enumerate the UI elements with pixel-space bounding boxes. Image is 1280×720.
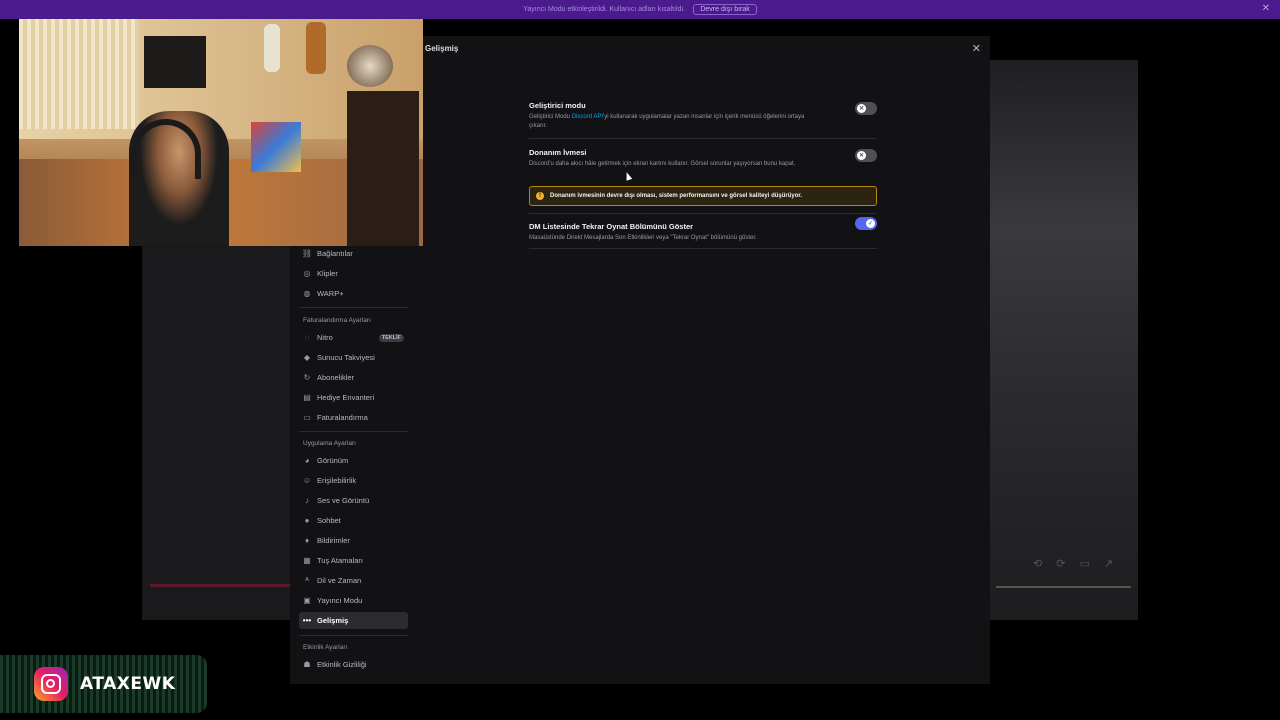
sidebar-divider — [299, 307, 408, 308]
background-timeline — [996, 586, 1131, 588]
dm-replay-setting: DM Listesinde Tekrar Oynat Bölümünü Göst… — [529, 217, 879, 243]
card-icon: ▭ — [303, 413, 311, 422]
activity-settings-header: Etkinlik Ayarları — [303, 644, 348, 651]
more-icon: ••• — [302, 616, 312, 625]
hw-accel-description: Discord'u daha akıcı hâle getirmek için … — [529, 161, 796, 167]
sidebar-item-gift-inventory[interactable]: ▤ Hediye Envanteri — [299, 389, 408, 406]
dev-mode-toggle[interactable]: ✕ — [855, 102, 877, 115]
globe-icon: ◍ — [303, 289, 311, 298]
hw-accel-warning: ! Donanım ivmesinin devre dışı olması, s… — [529, 186, 877, 206]
disable-streamer-mode-button[interactable]: Devre dışı bırak — [693, 4, 757, 15]
setting-divider — [529, 213, 877, 214]
instagram-handle: ATAXEWK — [80, 674, 176, 694]
nitro-icon: ◌ — [304, 333, 310, 342]
setting-divider — [529, 138, 877, 139]
warning-icon: ! — [536, 192, 544, 200]
sidebar-divider — [299, 431, 408, 432]
discord-api-link[interactable]: Discord API — [572, 114, 603, 120]
bell-icon: ♦ — [304, 536, 310, 545]
instagram-overlay: ATAXEWK — [0, 655, 207, 713]
setting-divider — [529, 248, 877, 249]
background-progress-bar — [150, 584, 290, 587]
dev-mode-setting: Geliştirici modu Geliştirici Modu Discor… — [529, 101, 879, 131]
mic-icon: ♪ — [305, 496, 309, 505]
sidebar-item-appearance[interactable]: ◕ Görünüm — [299, 452, 408, 469]
warning-text: Donanım ivmesinin devre dışı olması, sis… — [550, 193, 803, 199]
banner-text: Yayıncı Modu etkinleştirildi. Kullanıcı … — [523, 6, 686, 13]
keyboard-icon: ▦ — [303, 556, 311, 565]
app-settings-header: Uygulama Ayarları — [303, 440, 356, 447]
background-controls: ⟲ ⟳ ▭ ↗ — [1033, 558, 1114, 570]
dev-mode-title: Geliştirici modu — [529, 101, 586, 110]
chat-icon: ● — [304, 516, 310, 525]
sidebar-item-notifications[interactable]: ♦ Bildirimler — [299, 532, 408, 549]
sidebar-item-nitro[interactable]: ◌ Nitro TEKLİF — [299, 329, 408, 346]
page-title: Gelişmiş — [425, 44, 459, 53]
gift-icon: ▤ — [303, 393, 311, 402]
clip-icon: ◎ — [303, 269, 311, 278]
sidebar-item-server-boost[interactable]: ◆ Sunucu Takviyesi — [299, 349, 408, 366]
sidebar-item-chat[interactable]: ● Sohbet — [299, 512, 408, 529]
toggle-off-icon: ✕ — [857, 151, 866, 160]
dm-replay-title: DM Listesinde Tekrar Oynat Bölümünü Göst… — [529, 222, 694, 231]
sidebar-item-language[interactable]: ᴬ Dil ve Zaman — [299, 572, 408, 589]
accessibility-icon: ☺ — [302, 476, 312, 485]
boost-icon: ◆ — [303, 353, 311, 362]
sidebar-item-subscriptions[interactable]: ↻ Abonelikler — [299, 369, 408, 386]
sidebar-item-warp[interactable]: ◍ WARP+ — [299, 285, 408, 302]
sidebar-item-voice-video[interactable]: ♪ Ses ve Görüntü — [299, 492, 408, 509]
sidebar-item-clips[interactable]: ◎ Klipler — [299, 265, 408, 282]
hw-accel-title: Donanım İvmesi — [529, 148, 587, 157]
sidebar-item-billing[interactable]: ▭ Faturalandırma — [299, 409, 408, 426]
offer-badge: TEKLİF — [378, 333, 404, 342]
webcam-overlay — [19, 19, 423, 246]
stream-icon: ▣ — [303, 596, 311, 605]
dm-replay-toggle[interactable]: ✓ — [855, 217, 877, 230]
subscription-icon: ↻ — [303, 373, 311, 382]
streamer-mode-banner: Yayıncı Modu etkinleştirildi. Kullanıcı … — [0, 0, 1280, 19]
sidebar-item-activity-privacy[interactable]: ☗ Etkinlik Gizliliği — [299, 656, 408, 673]
background-panel-right: ⟲ ⟳ ▭ ↗ — [988, 60, 1138, 620]
sidebar-item-advanced[interactable]: ••• Gelişmiş — [299, 612, 408, 629]
close-icon[interactable]: ✕ — [972, 42, 981, 55]
billing-settings-header: Faturalandırma Ayarları — [303, 317, 371, 324]
language-icon: ᴬ — [305, 576, 309, 585]
sidebar-item-accessibility[interactable]: ☺ Erişilebilirlik — [299, 472, 408, 489]
dev-mode-description: Geliştirici Modu Discord API'yi kullanar… — [529, 114, 805, 129]
toggle-off-icon: ✕ — [857, 104, 866, 113]
instagram-icon — [34, 667, 68, 701]
sidebar-item-connections[interactable]: ⛓ Bağlantılar — [299, 245, 408, 262]
privacy-icon: ☗ — [303, 660, 311, 669]
link-icon: ⛓ — [301, 249, 313, 258]
sidebar-item-streamer-mode[interactable]: ▣ Yayıncı Modu — [299, 592, 408, 609]
palette-icon: ◕ — [304, 456, 310, 465]
hw-accel-setting: Donanım İvmesi Discord'u daha akıcı hâle… — [529, 148, 879, 169]
sidebar-divider — [299, 635, 408, 636]
sidebar-item-keybinds[interactable]: ▦ Tuş Atamaları — [299, 552, 408, 569]
check-icon: ✓ — [866, 219, 875, 228]
hw-accel-toggle[interactable]: ✕ — [855, 149, 877, 162]
dm-replay-description: Masaüstünde Direkt Mesajlarda Son Etkinl… — [529, 235, 757, 241]
banner-close-icon[interactable]: ✕ — [1262, 3, 1270, 14]
